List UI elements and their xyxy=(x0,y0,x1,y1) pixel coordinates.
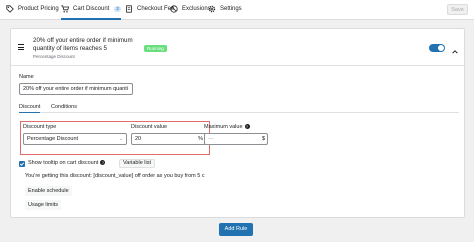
tab-label: Cart Discount xyxy=(73,6,110,12)
tab-label: Product Pricing xyxy=(18,6,59,12)
show-tooltip-label: Show tooltip on cart discount xyxy=(28,160,99,166)
tab-settings[interactable]: Settings xyxy=(208,5,242,20)
tab-label: Checkout Fee xyxy=(137,6,175,12)
chevron-down-icon: ⌄ xyxy=(118,136,123,142)
tab-conditions[interactable]: Conditions xyxy=(51,104,77,111)
name-label: Name xyxy=(19,74,34,80)
dollar-suffix: $ xyxy=(261,136,265,142)
discount-type-label: Discount type xyxy=(23,124,57,130)
gear-icon xyxy=(208,5,216,13)
name-input[interactable]: 20% off your entire order if minimum qua… xyxy=(19,83,133,95)
drag-handle-icon[interactable] xyxy=(18,44,24,52)
help-icon[interactable]: ? xyxy=(244,124,250,130)
tooltip-label-row: Show tooltip on cart discount? xyxy=(28,160,106,167)
discount-value: 20 xyxy=(135,136,142,142)
status-badge: Running xyxy=(144,45,167,52)
tab-label: Exclusions xyxy=(182,6,211,12)
add-rule-button[interactable]: Add Rule xyxy=(219,223,253,236)
rule-type: Percentage Discount xyxy=(33,54,75,59)
max-value-label-row: Maximum value? xyxy=(204,124,250,131)
rule-card: 20% off your entire order if minimum qua… xyxy=(10,28,465,218)
rule-header[interactable]: 20% off your entire order if minimum qua… xyxy=(11,29,464,66)
discount-type-select[interactable]: Percentage Discount ⌄ xyxy=(23,133,127,145)
variable-list-button[interactable]: Variable list xyxy=(119,159,156,168)
usage-limits-section[interactable]: Usage limits xyxy=(25,200,61,210)
save-button[interactable]: Save xyxy=(447,4,468,15)
chevron-up-icon[interactable] xyxy=(451,43,459,54)
show-tooltip-checkbox[interactable] xyxy=(19,161,25,167)
rule-title: 20% off your entire order if minimum qua… xyxy=(33,37,133,52)
rule-enabled-toggle[interactable] xyxy=(429,44,445,52)
rule-subtabs: Discount Conditions xyxy=(19,102,459,113)
receipt-icon xyxy=(125,5,133,13)
checkmark-icon xyxy=(19,162,25,166)
tab-product-pricing[interactable]: Product Pricing xyxy=(6,5,59,20)
discount-value-label: Discount value xyxy=(131,124,168,130)
tag-icon xyxy=(6,5,14,13)
tab-checkout-fee[interactable]: Checkout Fee xyxy=(125,5,174,20)
tab-exclusions[interactable]: Exclusions xyxy=(170,5,211,20)
tab-cart-discount[interactable]: Cart Discount 2 xyxy=(61,5,121,20)
discount-type-value: Percentage Discount xyxy=(27,136,79,142)
max-value-input[interactable]: — $ xyxy=(204,133,268,145)
exclusion-icon xyxy=(170,5,178,13)
discount-value-input[interactable]: 20 % xyxy=(131,133,206,145)
max-value-placeholder: — xyxy=(208,136,214,142)
top-navigation: Product Pricing Cart Discount 2 Checkout… xyxy=(0,0,474,20)
cart-icon xyxy=(61,5,69,13)
count-badge: 2 xyxy=(114,6,121,12)
tab-label: Settings xyxy=(220,6,242,12)
tab-discount[interactable]: Discount xyxy=(19,104,41,113)
enable-schedule-section[interactable]: Enable schedule xyxy=(25,186,72,196)
max-value-label: Maximum value xyxy=(204,124,243,130)
help-icon[interactable]: ? xyxy=(100,160,106,166)
tooltip-text[interactable]: You're getting this discount: [discount_… xyxy=(25,173,205,180)
percent-suffix: % xyxy=(198,136,203,142)
